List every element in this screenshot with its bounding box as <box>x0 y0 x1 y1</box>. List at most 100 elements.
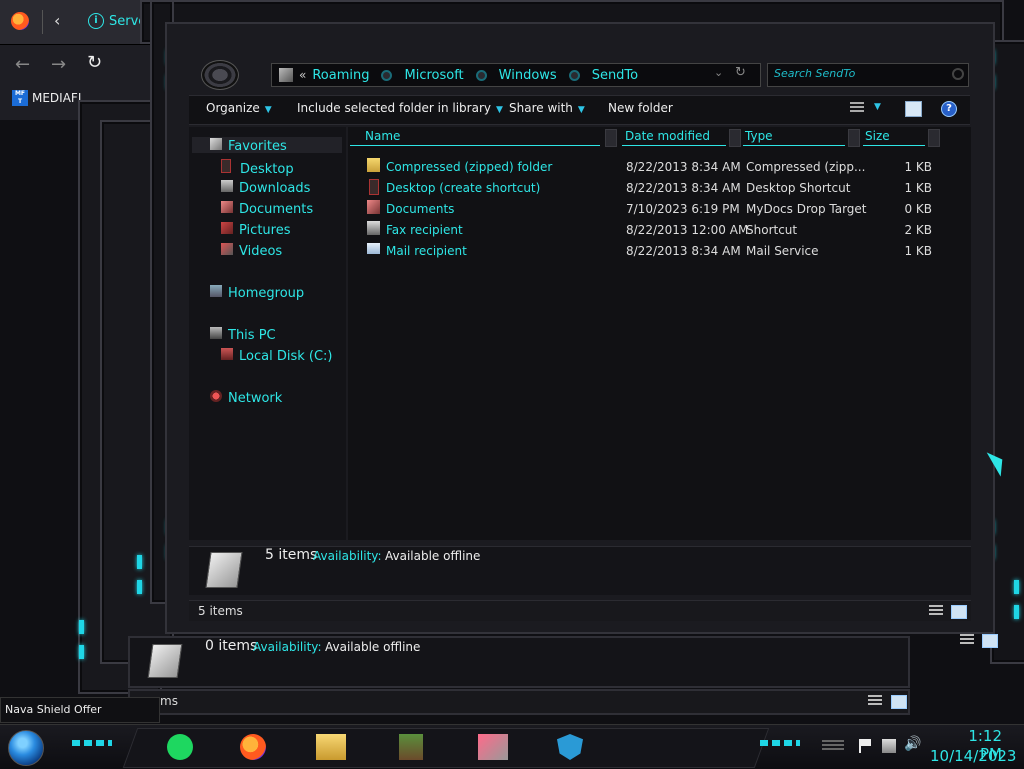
nav-label: Network <box>228 391 283 406</box>
nav-homegroup[interactable]: Homegroup <box>210 285 304 301</box>
change-view-icon[interactable] <box>850 102 864 114</box>
reload-icon[interactable]: ↻ <box>87 52 102 73</box>
breadcrumb-separator[interactable] <box>381 69 393 81</box>
file-name[interactable]: Mail recipient <box>386 244 467 258</box>
nav-label: Downloads <box>239 181 311 196</box>
taskbar-app-spotify[interactable] <box>157 731 203 763</box>
show-desktop-icon[interactable] <box>822 740 844 752</box>
bookmark-favicon: MF T <box>12 90 28 106</box>
firefox-icon <box>240 734 266 760</box>
nav-favorites[interactable]: Favorites <box>210 138 287 154</box>
nav-label: Videos <box>239 244 283 259</box>
firefox-icon[interactable] <box>11 12 29 30</box>
nav-documents[interactable]: Documents <box>221 201 313 217</box>
back-item-count: 0 items <box>205 638 258 654</box>
back-availability-value: Available offline <box>325 640 421 654</box>
nav-label: This PC <box>228 328 276 343</box>
chevron-left-icon[interactable]: ‹ <box>54 11 60 30</box>
taskbar-app-firefox[interactable] <box>230 731 276 763</box>
column-resize-handle[interactable] <box>928 129 940 147</box>
details-view-icon[interactable] <box>929 605 943 617</box>
new-folder-button[interactable]: New folder <box>608 101 673 115</box>
status-bar <box>189 600 971 621</box>
column-resize-handle[interactable] <box>729 129 741 147</box>
mail-icon <box>367 243 380 254</box>
chevron-down-icon[interactable]: ▼ <box>874 102 881 112</box>
include-label: Include selected folder in library <box>297 101 491 115</box>
file-type: Compressed (zipp... <box>746 160 866 174</box>
breadcrumb-sendto[interactable]: SendTo <box>592 68 638 83</box>
column-header-date[interactable]: Date modified <box>622 129 726 146</box>
nav-desktop[interactable]: Desktop <box>221 159 294 177</box>
documents-icon <box>221 201 233 213</box>
column-resize-handle[interactable] <box>848 129 860 147</box>
large-icons-view-icon[interactable] <box>982 634 998 648</box>
taskbar-app-explorer[interactable] <box>308 731 354 763</box>
item-count: 5 items <box>265 547 318 563</box>
file-size: 1 KB <box>904 244 932 258</box>
nav-network[interactable]: Network <box>210 390 282 406</box>
chevron-down-icon[interactable]: ⌄ <box>714 66 723 79</box>
minecraft-icon <box>399 734 423 760</box>
address-bar[interactable]: « Roaming Microsoft Windows SendTo <box>271 63 761 87</box>
nav-local-disk[interactable]: Local Disk (C:) <box>221 348 332 364</box>
large-icons-view-icon[interactable] <box>891 695 907 709</box>
breadcrumb-separator[interactable] <box>475 69 487 81</box>
start-button[interactable] <box>8 730 44 766</box>
frame-led <box>1014 605 1019 619</box>
breadcrumb-separator[interactable] <box>568 69 580 81</box>
share-with-button[interactable]: Share with ▼ <box>509 101 585 115</box>
file-date: 8/22/2013 8:34 AM <box>626 160 741 174</box>
column-header-type[interactable]: Type <box>743 129 845 146</box>
help-icon[interactable]: ? <box>941 101 957 117</box>
refresh-icon[interactable]: ↻ <box>735 65 746 80</box>
tab-separator <box>42 10 43 34</box>
taskbar-led <box>72 740 112 746</box>
nav-pictures[interactable]: Pictures <box>221 222 290 238</box>
breadcrumb-roaming[interactable]: Roaming <box>312 68 369 83</box>
media-app-icon <box>478 734 508 760</box>
breadcrumb-overflow[interactable]: « <box>299 68 306 82</box>
file-name[interactable]: Compressed (zipped) folder <box>386 160 552 174</box>
preview-pane-icon[interactable] <box>905 101 922 117</box>
include-in-library-button[interactable]: Include selected folder in library ▼ <box>297 101 503 115</box>
column-header-size[interactable]: Size <box>863 129 925 146</box>
bookmark-mediafire[interactable]: MEDIAFI <box>32 91 81 105</box>
drive-icon <box>221 348 233 360</box>
volume-icon[interactable]: 🔊 <box>904 736 921 752</box>
documents-icon <box>367 200 380 214</box>
file-name[interactable]: Fax recipient <box>386 223 463 237</box>
breadcrumb-microsoft[interactable]: Microsoft <box>404 68 463 83</box>
back-arrow-icon[interactable]: ← <box>15 54 30 75</box>
column-header-name[interactable]: Name <box>350 129 600 146</box>
back-forward-orb-button[interactable] <box>201 60 239 90</box>
nav-label: Desktop <box>240 162 294 177</box>
spotify-icon <box>167 734 193 760</box>
nav-label: Favorites <box>228 139 287 154</box>
chevron-down-icon: ▼ <box>264 105 272 115</box>
nav-videos[interactable]: Videos <box>221 243 282 259</box>
file-name[interactable]: Documents <box>386 202 454 216</box>
details-view-icon[interactable] <box>868 695 882 707</box>
nav-this-pc[interactable]: This PC <box>210 327 276 343</box>
search-icon[interactable] <box>952 68 964 80</box>
organize-label: Organize <box>206 101 260 115</box>
network-tray-icon[interactable] <box>882 739 896 753</box>
forward-arrow-icon[interactable]: → <box>51 54 66 75</box>
column-resize-handle[interactable] <box>605 129 617 147</box>
nav-downloads[interactable]: Downloads <box>221 180 310 196</box>
file-type: Desktop Shortcut <box>746 181 851 195</box>
clock-date[interactable]: 10/14/2023 <box>930 747 1016 765</box>
back-status-bar <box>128 689 910 715</box>
taskbar-app-media[interactable] <box>470 731 516 763</box>
taskbar-app-nava[interactable] <box>547 731 593 763</box>
organize-button[interactable]: Organize ▼ <box>206 101 272 115</box>
file-name[interactable]: Desktop (create shortcut) <box>386 181 540 195</box>
right-frame <box>990 40 1024 664</box>
file-date: 7/10/2023 6:19 PM <box>626 202 740 216</box>
flag-icon[interactable] <box>859 739 873 753</box>
details-view-icon[interactable] <box>960 634 974 646</box>
taskbar-app-minecraft[interactable] <box>388 731 434 763</box>
large-icons-view-icon[interactable] <box>951 605 967 619</box>
breadcrumb-windows[interactable]: Windows <box>499 68 557 83</box>
